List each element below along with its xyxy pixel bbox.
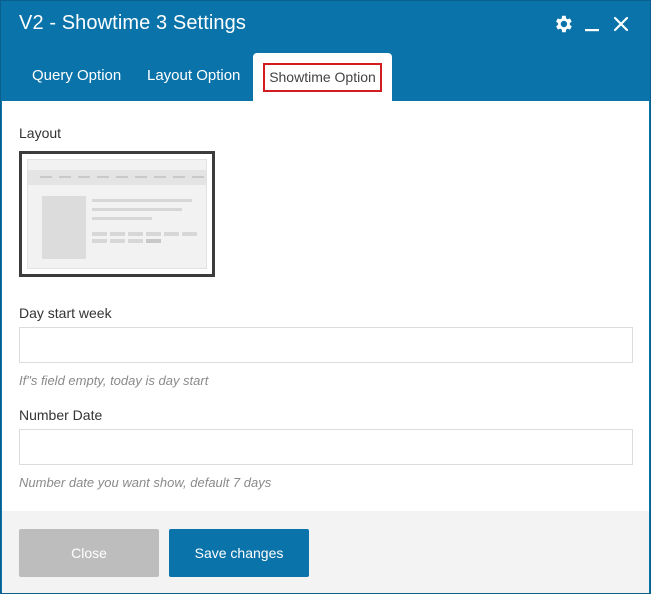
- tab-layout-option[interactable]: Layout Option: [135, 51, 252, 101]
- layout-preview-cell: [110, 232, 125, 236]
- dialog-title: V2 - Showtime 3 Settings: [19, 12, 246, 34]
- tab-bar: Query Option Layout Option Showtime Opti…: [1, 51, 650, 101]
- layout-preview-nav: [28, 170, 206, 185]
- layout-preview-line: [92, 217, 152, 220]
- close-icon[interactable]: [608, 11, 634, 37]
- layout-preview-cell: [182, 232, 197, 236]
- layout-option-thumbnail[interactable]: [19, 151, 215, 277]
- tab-showtime-label: Showtime Option: [263, 63, 382, 92]
- number-date-input[interactable]: [19, 429, 633, 465]
- layout-preview-cell: [92, 232, 107, 236]
- layout-preview-line: [92, 208, 182, 211]
- tab-query-option[interactable]: Query Option: [20, 51, 133, 101]
- close-button[interactable]: Close: [19, 529, 159, 577]
- layout-preview-cell: [146, 232, 161, 236]
- layout-preview-cell: [110, 239, 125, 243]
- number-date-label: Number Date: [19, 407, 103, 423]
- minimize-icon[interactable]: [579, 11, 605, 37]
- gear-icon[interactable]: [550, 11, 576, 37]
- layout-preview-cell: [164, 232, 179, 236]
- tab-showtime-option[interactable]: Showtime Option: [253, 53, 392, 101]
- title-bar: V2 - Showtime 3 Settings: [1, 1, 650, 49]
- dialog-footer: Close Save changes: [2, 511, 649, 593]
- day-start-week-input[interactable]: [19, 327, 633, 363]
- layout-preview: [27, 159, 207, 269]
- layout-preview-poster: [42, 196, 86, 259]
- day-start-week-hint: If"s field empty, today is day start: [19, 373, 209, 388]
- layout-preview-cell: [128, 239, 143, 243]
- layout-label: Layout: [19, 125, 62, 141]
- save-changes-button[interactable]: Save changes: [169, 529, 309, 577]
- number-date-hint: Number date you want show, default 7 day…: [19, 475, 272, 490]
- layout-preview-cell: [128, 232, 143, 236]
- layout-preview-cell: [92, 239, 107, 243]
- settings-dialog: V2 - Showtime 3 Settings Query Option La…: [0, 0, 651, 594]
- layout-preview-cell: [146, 239, 161, 243]
- tab-content: Layout Day start week If"s field empty, …: [2, 101, 649, 511]
- day-start-week-label: Day start week: [19, 305, 112, 321]
- layout-preview-line: [92, 199, 192, 202]
